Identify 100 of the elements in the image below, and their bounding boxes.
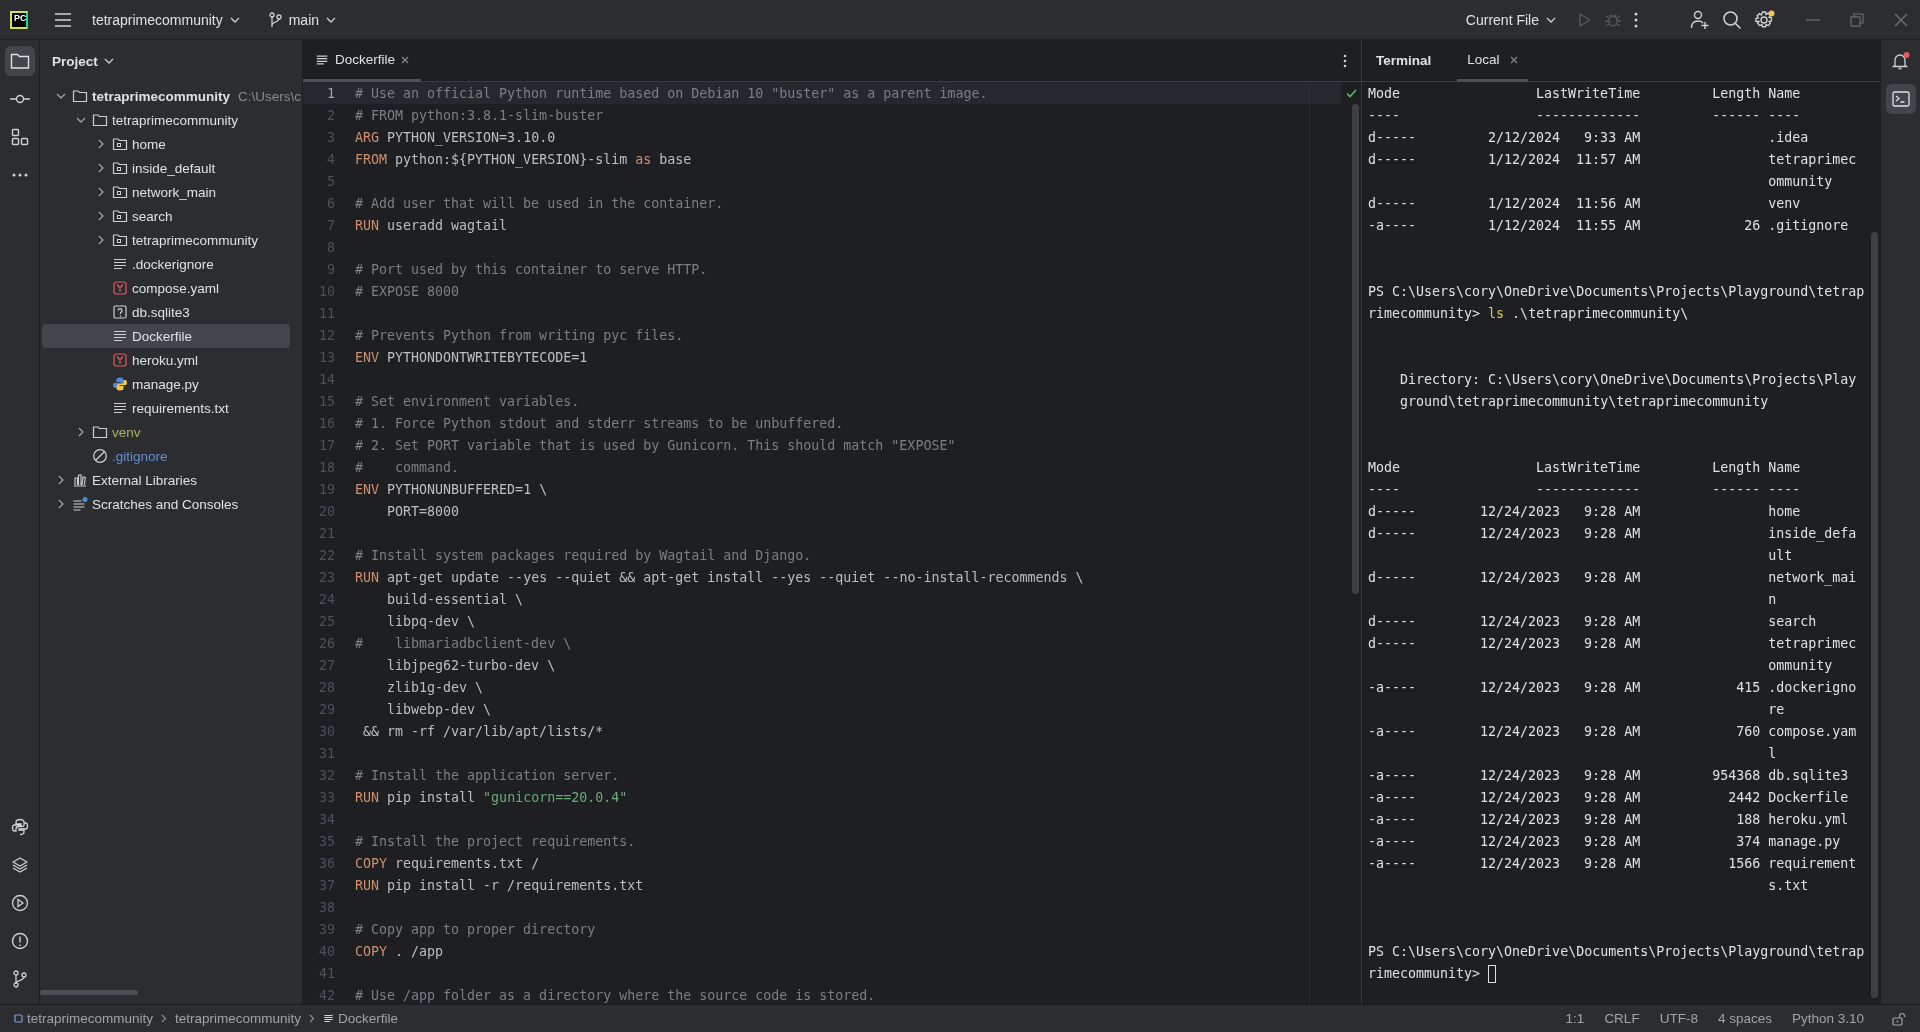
chevron-icon[interactable] [76,116,86,124]
terminal-text: 9:28 AM [1584,503,1641,521]
branch-dropdown[interactable]: main [259,7,345,32]
chevron-icon[interactable] [97,139,105,149]
code-line: PORT=8000 [386,503,460,519]
status-widget[interactable]: UTF-8 [1659,1011,1698,1026]
play-circle-icon [10,894,29,912]
terminal-line: PS C:\Users\cory\OneDrive\Documents\Projects\Playground\tetraprimecommunity> [1368,943,1865,985]
bell-icon [1890,51,1911,71]
code-line: # 1. Force Python stdout and stderr streams to be unbuffered. [355,415,844,431]
terminal-text: requirements.txt [1768,855,1857,895]
path-hint: C:\Users\c [238,88,302,104]
breadcrumb[interactable]: tetraprimecommunity [175,1011,302,1026]
tree-item[interactable]: .dockerignore [42,252,290,276]
code-line: # Copy app to proper directory [355,921,596,937]
tree-item[interactable]: Dockerfile [42,324,290,348]
yaml-file-icon [112,352,128,368]
close-icon[interactable] [1509,55,1518,64]
library-icon [72,472,88,488]
chevron-icon[interactable] [97,211,105,221]
tree-item[interactable]: inside_default [42,156,290,180]
terminal-tab[interactable]: Local [1457,40,1528,82]
tree-item[interactable]: tetraprimecommunity [42,108,290,132]
tree-item[interactable]: venv [42,420,290,444]
terminal-text: 9:28 AM [1584,525,1641,543]
code-line: # Port used by this container to serve HTTP. [355,261,708,277]
terminal-text: Length [1712,85,1761,103]
checkmark-icon[interactable] [1345,89,1357,98]
settings-icon[interactable] [1754,9,1776,30]
terminal-text: ---- [1368,107,1402,125]
status-widget[interactable]: CRLF [1604,1011,1640,1026]
terminal-text: -a---- [1368,811,1418,829]
caret-icon [326,16,337,23]
tree-item[interactable]: db.sqlite3 [42,300,290,324]
project-view-dropdown[interactable]: Project [52,53,114,69]
menu-icon[interactable] [54,11,72,28]
breadcrumb[interactable]: tetraprimecommunity [14,1011,154,1026]
tree-item[interactable]: External Libraries [42,468,290,492]
add-user-icon[interactable] [1690,9,1710,30]
terminal-text: .idea [1768,129,1810,147]
terminal-text: manage.py [1768,833,1842,851]
code-line: # Install system packages required by Wagtail and Django. [355,547,812,563]
chevron-icon[interactable] [97,187,105,197]
tree-item[interactable]: tetraprimecommunity [42,228,290,252]
terminal-line: PS C:\Users\cory\OneDrive\Documents\Projects\Playground\tetraprimecommunity> ls .\tetraprimecommunity\ [1368,283,1865,323]
more-icon[interactable] [1343,53,1347,68]
status-widget[interactable]: Python 3.10 [1791,1011,1864,1026]
terminal-text: 26 [1744,217,1761,235]
caret-icon [103,58,114,64]
chevron-icon [161,1014,168,1023]
close-icon[interactable] [1894,12,1908,27]
caret-icon [229,16,240,23]
search-icon[interactable] [1722,9,1742,30]
tree-item[interactable]: requirements.txt [42,396,290,420]
tree-item[interactable]: network_main [42,180,290,204]
project-tool-button[interactable] [4,46,35,76]
terminal-text: LastWriteTime [1536,459,1641,477]
run-config-dropdown[interactable]: Current File [1457,7,1564,32]
code-line: # libmariadbclient-dev \ [355,635,572,651]
app-logo[interactable]: PC [10,10,28,29]
tree-item[interactable]: manage.py [42,372,290,396]
scrollbar-thumb[interactable] [40,990,138,995]
chevron-icon[interactable] [57,499,65,509]
scrollbar-thumb[interactable] [1870,232,1878,998]
terminal-text: ------------- [1536,481,1641,499]
tree-item[interactable]: heroku.yml [42,348,290,372]
more-icon[interactable] [1634,11,1638,28]
branch-icon [11,970,28,988]
code-line: RUN useradd wagtail [355,217,508,233]
terminal-text: ---- [1368,481,1402,499]
tree-item[interactable]: Scratches and Consoles [42,492,290,516]
more-icon [11,173,28,177]
scrollbar-thumb[interactable] [1351,104,1359,594]
terminal-icon [1891,91,1910,107]
project-switcher[interactable]: tetraprimecommunity [84,7,248,32]
tree-item[interactable]: .gitignore [42,444,290,468]
unlocked-icon[interactable] [1892,1011,1906,1026]
chevron-icon[interactable] [77,427,85,437]
tree-item[interactable]: tetraprimecommunity C:\Users\c [42,84,302,108]
chevron-icon[interactable] [97,235,105,245]
chevron-icon[interactable] [97,163,105,173]
terminal-text: 11:57 AM [1576,151,1641,169]
tree-item[interactable]: compose.yaml [42,276,290,300]
breadcrumb[interactable]: Dockerfile [323,1011,399,1026]
terminal-text: 12/24/2023 [1480,811,1561,829]
terminal-text: db.sqlite3 [1768,767,1850,785]
terminal-tool-button[interactable] [1885,84,1916,114]
close-icon[interactable] [401,55,410,64]
code-line: # Install the project requirements. [355,833,636,849]
warning-icon [10,932,29,950]
chevron-icon[interactable] [56,92,66,100]
tree-item[interactable]: home [42,132,290,156]
terminal-text: 9:28 AM [1584,613,1641,631]
chevron-icon[interactable] [57,475,65,485]
status-widget[interactable]: 4 spaces [1717,1011,1772,1026]
folder-icon [9,52,30,70]
status-widget[interactable]: 1:1 [1565,1011,1585,1026]
terminal-text: 1/12/2024 [1488,151,1561,169]
tree-item[interactable]: search [42,204,290,228]
text-file-icon [112,256,128,272]
